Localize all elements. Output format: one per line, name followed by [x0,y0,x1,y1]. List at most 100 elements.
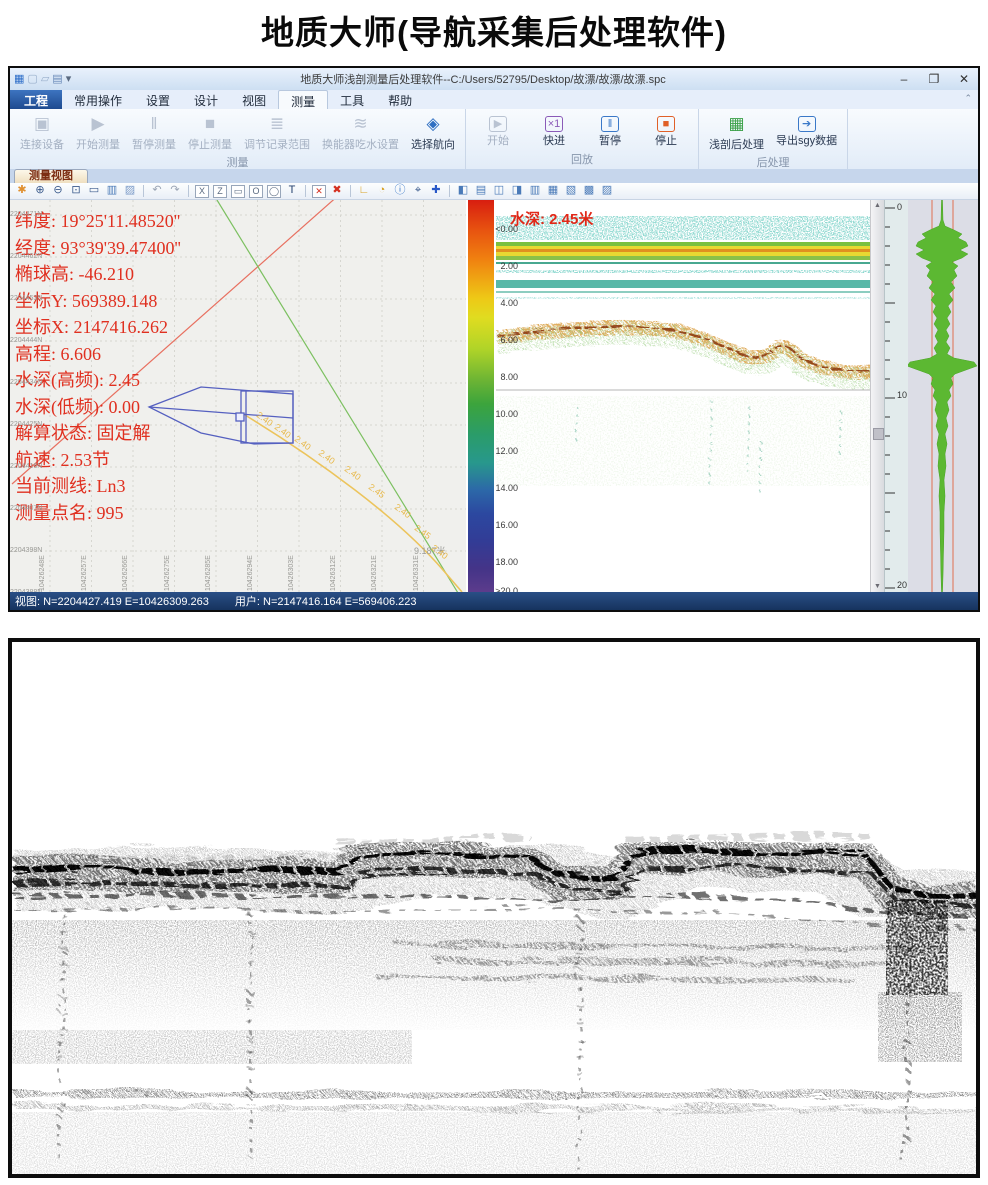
pan-view-icon[interactable]: ✚ [428,184,444,198]
map-axis-label-east: 10426275E [164,555,171,591]
undo-icon[interactable]: ↶ [149,184,165,198]
center-target-icon[interactable]: ⌖ [410,184,426,198]
menu-tab-测量[interactable]: 测量 [278,90,328,109]
protractor-icon[interactable]: ◔ [374,184,390,198]
ribbon-button-暂停[interactable]: ‖暂停 [582,111,638,150]
draw-x-icon[interactable]: X [195,185,209,198]
ribbon-button-label: 选择航向 [411,136,455,152]
menu-tab-视图[interactable]: 视图 [230,90,278,109]
ribbon-button-label: 暂停 [599,132,621,148]
map-axis-label-east: 10426312E [330,555,337,591]
ribbon-button-停止测量[interactable]: ■停止测量 [182,111,238,153]
save-icon[interactable]: ▤ [52,73,62,85]
delete-selection-icon[interactable]: ✕ [312,185,326,198]
app-window: ▦▢▱▤▾ 地质大师浅剖测量后处理软件--C:/Users/52795/Desk… [8,66,980,612]
ribbon-button-停止[interactable]: ■停止 [638,111,694,150]
layout-4-icon[interactable]: ◨ [509,184,525,198]
echogram-scrollbar[interactable]: ▲ ▼ [870,200,884,592]
zoom-out-icon[interactable]: ⊖ [50,184,66,198]
layout-3-icon[interactable]: ◫ [491,184,507,198]
draw-ellipse-icon[interactable]: ◯ [267,185,281,198]
draw-rect-icon[interactable]: ▭ [231,185,245,198]
menu-tab-工程[interactable]: 工程 [10,90,62,109]
map-axis-label-north: 2204462N [10,253,42,260]
zoom-in-icon[interactable]: ⊕ [32,184,48,198]
pan-hand-icon[interactable]: ✱ [14,184,30,198]
ribbon-button-开始测量[interactable]: ▶开始测量 [70,111,126,153]
delete-icon[interactable]: ✖ [329,184,345,198]
ribbon-button-连接设备[interactable]: ▣连接设备 [14,111,70,153]
scroll-down-icon[interactable]: ▼ [874,583,881,590]
ribbon-collapse-icon[interactable]: ⌃ [964,90,978,109]
ribbon-button-开始[interactable]: ▶开始 [470,111,526,150]
ribbon-button-label: 连接设备 [20,136,64,152]
ribbon-button-label: 停止 [655,132,677,148]
draw-z-icon[interactable]: Z [213,185,227,198]
ribbon-button-label: 快进 [543,132,565,148]
map-axis-label-east: 10426331E [413,555,420,591]
position-info-line: 测量点名: 995 [15,500,181,527]
menu-tab-帮助[interactable]: 帮助 [376,90,424,109]
screenshot-icon[interactable]: ▨ [122,184,138,198]
map-axis-label-north: 2204398N [10,547,42,554]
ribbon-button-调节记录范围[interactable]: ≣调节记录范围 [238,111,316,153]
menu-tab-工具[interactable]: 工具 [328,90,376,109]
window-title: 地质大师浅剖测量后处理软件--C:/Users/52795/Desktop/故漂… [94,71,872,87]
menu-tab-设置[interactable]: 设置 [134,90,182,109]
menu-tab-常用操作[interactable]: 常用操作 [62,90,134,109]
ribbon-button-暂停测量[interactable]: ‖暂停测量 [126,111,182,153]
split-panes-icon[interactable]: ▥ [104,184,120,198]
zoom-window-icon[interactable]: ⊡ [68,184,84,198]
text-icon[interactable]: T [284,184,300,198]
layout-7-icon[interactable]: ▧ [563,184,579,198]
echo-depth-readout: 水深: 2.45米 [510,208,593,229]
waveform-trace [908,200,977,592]
ribbon-group-后处理: ▦浅剖后处理➔导出sgy数据后处理 [699,109,848,169]
app-icon[interactable]: ▦ [14,73,24,85]
layout-6-icon[interactable]: ▦ [545,184,561,198]
ribbon-icon-停止: ■ [657,116,675,132]
draw-o-icon[interactable]: O [249,185,263,198]
signal-waveform-panel[interactable] [908,200,978,592]
full-extent-icon[interactable]: ▭ [86,184,102,198]
scrollbar-thumb[interactable] [873,428,884,440]
ribbon-button-浅剖后处理[interactable]: ▦浅剖后处理 [703,111,770,153]
redo-icon[interactable]: ↷ [167,184,183,198]
document-tab-strip: 测量视图 [10,169,978,184]
map-axis-label-north: 2204434N [10,379,42,386]
measure-angle-icon[interactable]: ∟ [356,184,372,198]
status-view-coords: 视图: N=2204427.419 E=10426309.263 [15,593,209,609]
map-axis-label-east: 10426285E [205,555,212,591]
ribbon-button-选择航向[interactable]: ◈选择航向 [405,111,461,153]
color-scale-label: 14.00 [474,483,518,493]
page-title: 地质大师(导航采集后处理软件) [0,6,988,54]
layout-5-icon[interactable]: ▥ [527,184,543,198]
tab-measure-view[interactable]: 测量视图 [14,169,88,183]
ribbon-button-label: 调节记录范围 [244,136,310,152]
waveform-canvas [908,200,978,592]
layout-2-icon[interactable]: ▤ [473,184,489,198]
ribbon-button-导出sgy数据[interactable]: ➔导出sgy数据 [770,111,843,153]
ribbon-button-换能器吃水设置[interactable]: ≋换能器吃水设置 [316,111,405,153]
qat-dropdown-icon[interactable]: ▾ [66,73,72,85]
echogram-panel[interactable]: 水深: 2.45米 [496,200,870,592]
ribbon-button-快进[interactable]: ×1快进 [526,111,582,150]
minimize-button[interactable]: – [896,72,912,86]
info-icon[interactable]: ⓘ [392,184,408,198]
scroll-up-icon[interactable]: ▲ [874,202,881,209]
close-button[interactable]: ✕ [956,72,972,86]
map-axis-label-north: 2204453N [10,295,42,302]
layout-1-icon[interactable]: ◧ [455,184,471,198]
layout-9-icon[interactable]: ▨ [599,184,615,198]
menu-tab-设计[interactable]: 设计 [182,90,230,109]
position-info-line: 高程: 6.606 [15,341,181,368]
layout-8-icon[interactable]: ▩ [581,184,597,198]
new-doc-icon[interactable]: ▢ [27,73,37,85]
maximize-button[interactable]: ❐ [926,72,942,86]
color-scale-label: 6.00 [474,335,518,345]
map-view-panel[interactable]: 纬度: 19°25'11.48520''经度: 93°39'39.47400''… [10,200,466,592]
color-scale-label: 18.00 [474,557,518,567]
ribbon-icon-选择航向: ◈ [426,112,439,136]
ribbon-tab-bar: 工程常用操作设置设计视图测量工具帮助 ⌃ [10,90,978,110]
open-icon[interactable]: ▱ [41,73,49,85]
